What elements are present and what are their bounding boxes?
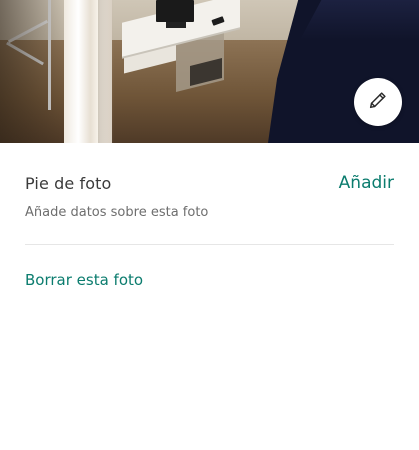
photo-curtain-fold [98,0,114,143]
photo-tv [156,0,194,22]
pencil-icon [367,89,389,115]
divider [25,244,394,245]
photo-shadow [0,0,70,143]
caption-title: Pie de foto [25,174,112,193]
caption-row: Pie de foto Añadir [25,173,394,198]
edit-photo-button[interactable] [354,78,402,126]
listing-photo [0,0,419,143]
add-caption-link[interactable]: Añadir [339,173,394,193]
delete-photo-link[interactable]: Borrar esta foto [25,271,143,289]
caption-helper-text: Añade datos sobre esta foto [25,205,209,220]
